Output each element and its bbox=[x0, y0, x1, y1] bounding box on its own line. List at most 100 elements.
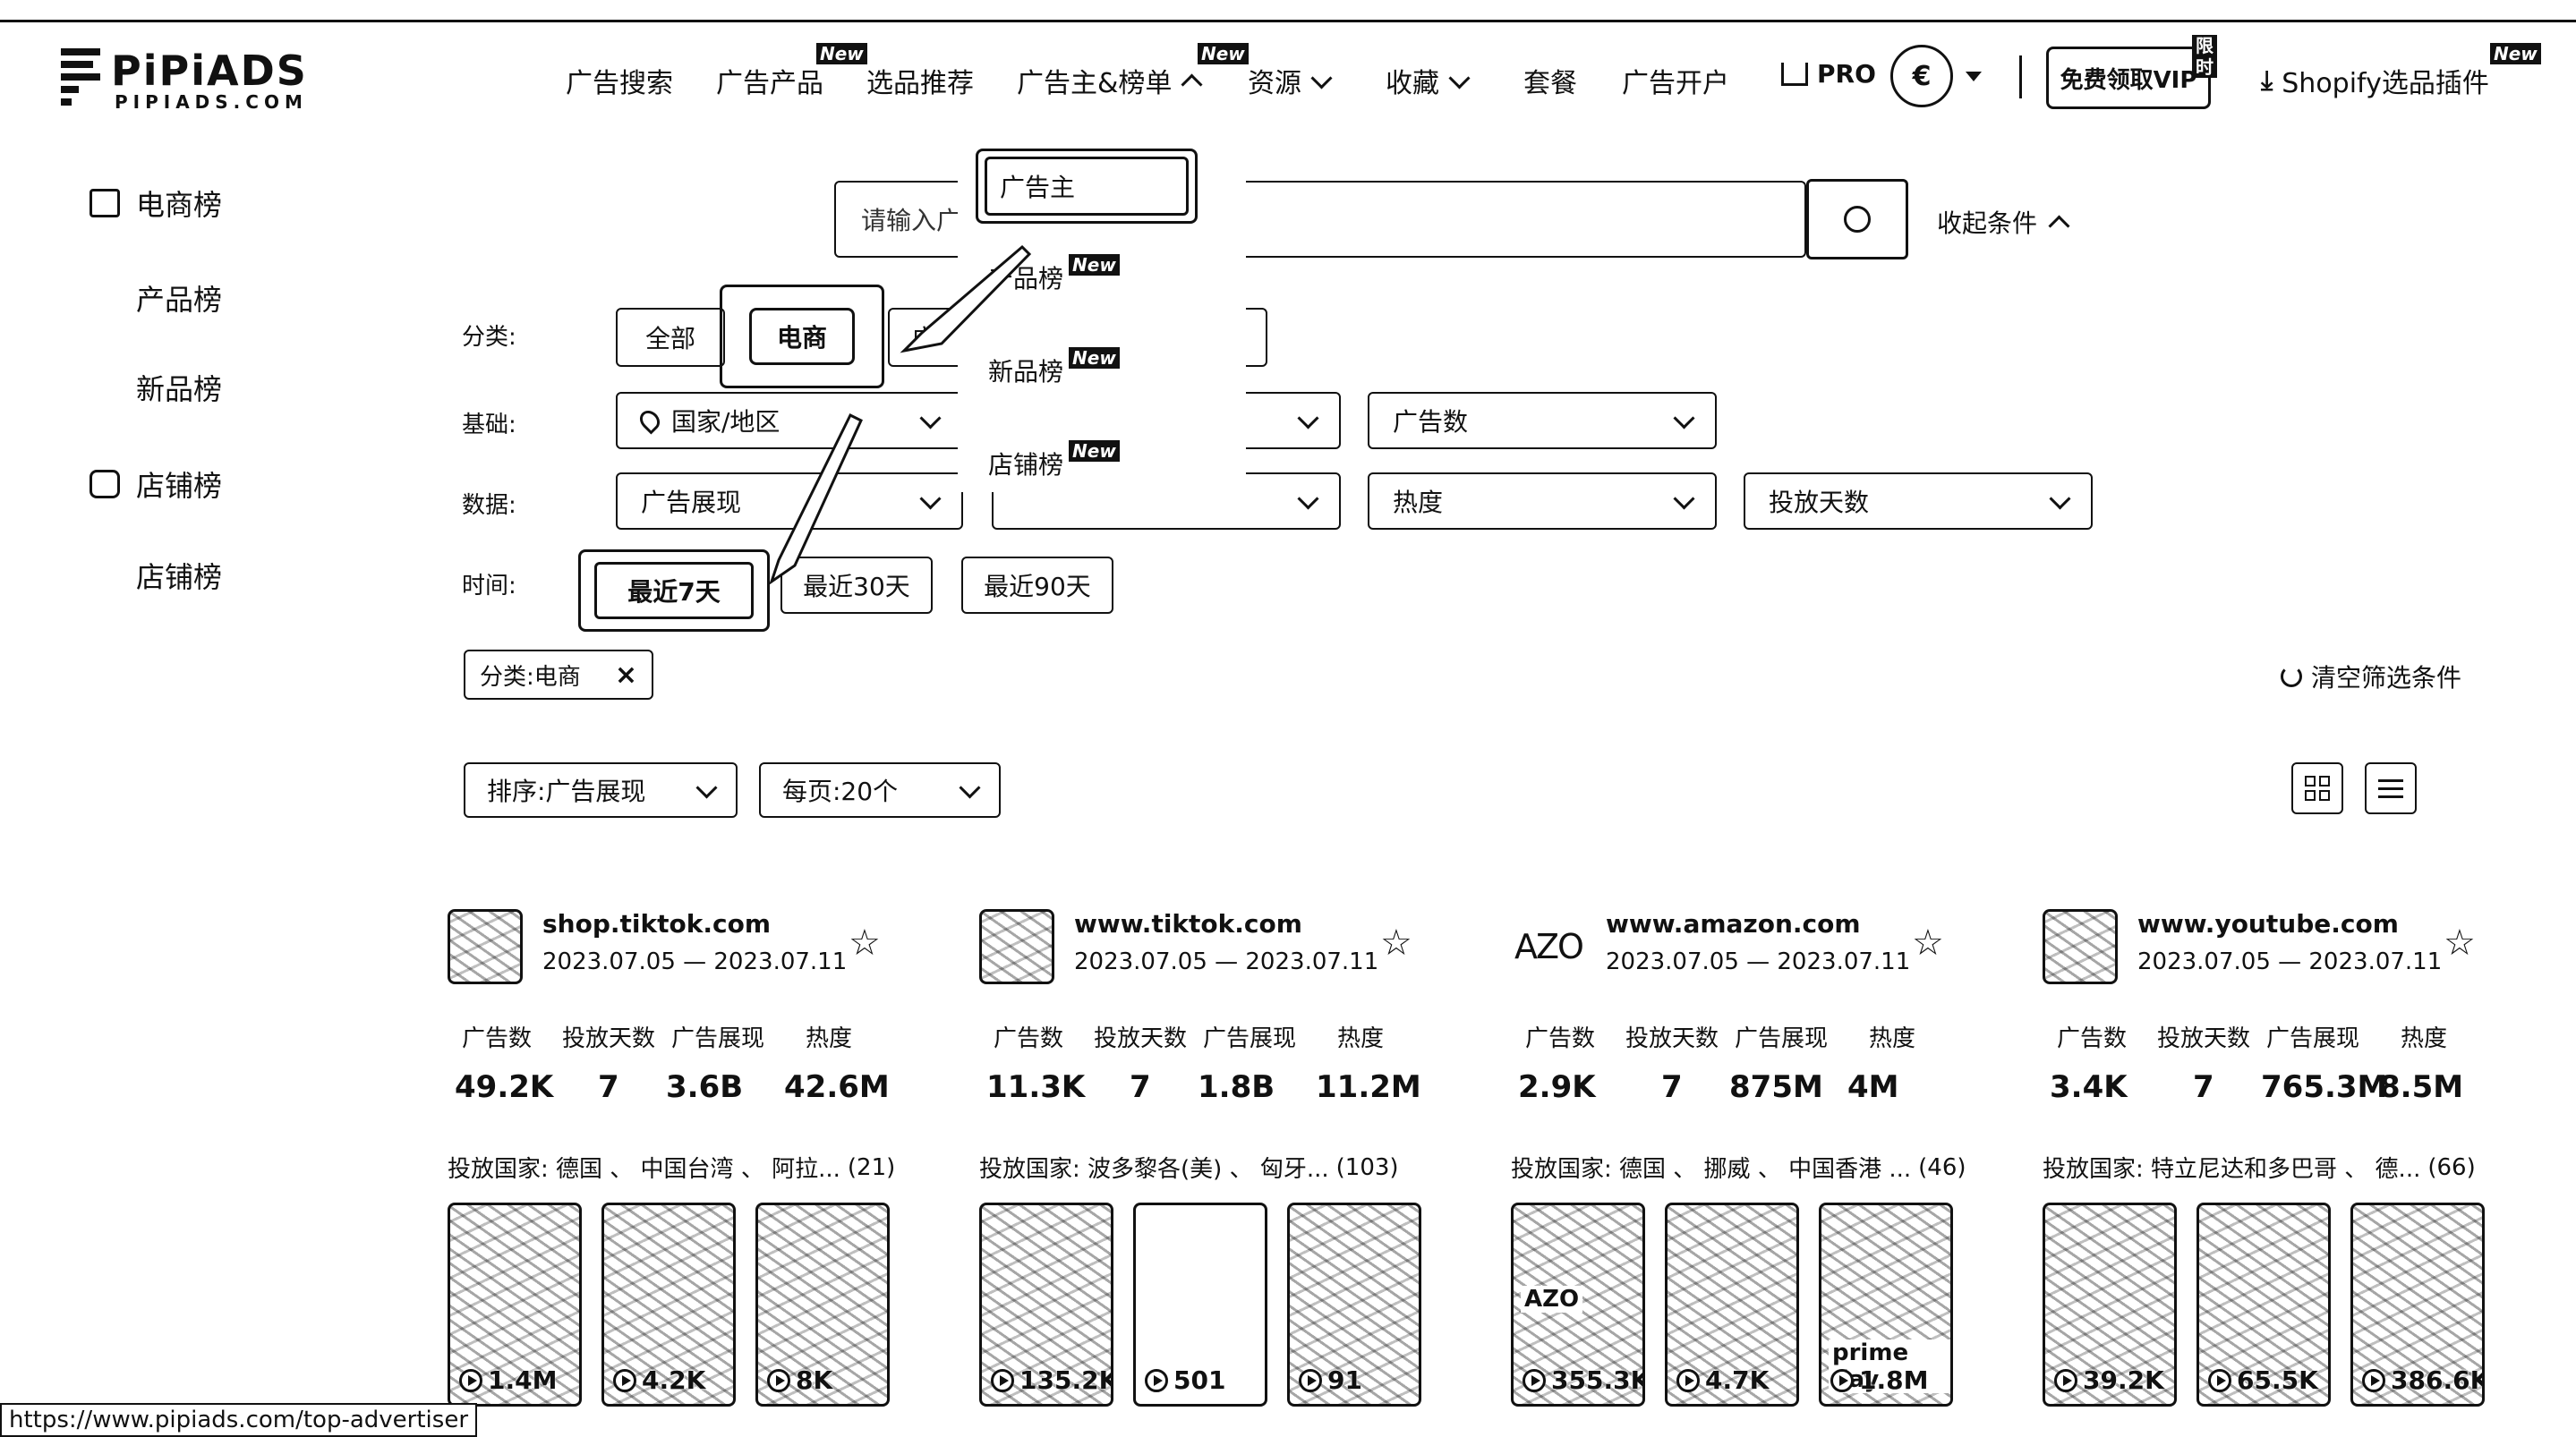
play-count-value: 39.2K bbox=[2083, 1365, 2164, 1395]
arrow-to-7days bbox=[769, 412, 863, 585]
advertiser-logo[interactable]: AZO bbox=[1511, 909, 1586, 984]
advertiser-card[interactable]: www.tiktok.com 2023.07.05 — 2023.07.11 ☆… bbox=[979, 904, 1445, 1414]
advertiser-dates: 2023.07.05 — 2023.07.11 bbox=[1606, 948, 1911, 975]
advertiser-card[interactable]: AZO www.amazon.com 2023.07.05 — 2023.07.… bbox=[1511, 904, 1976, 1414]
play-count: 65.5K bbox=[2208, 1365, 2318, 1395]
stat-block: 广告展现 765.3M bbox=[2261, 1020, 2387, 1105]
ad-video-thumbnail[interactable]: AZO 355.3K bbox=[1511, 1203, 1645, 1407]
stat-label: 热度 bbox=[1337, 1025, 1385, 1052]
advertiser-dates: 2023.07.05 — 2023.07.11 bbox=[1074, 948, 1379, 975]
play-icon bbox=[1523, 1368, 1546, 1392]
stat-block: 广告数 49.2K bbox=[455, 1020, 553, 1105]
play-count: 386.6K bbox=[2362, 1365, 2485, 1395]
countries-line: 投放国家: 波多黎各(美) 、 匈牙... (103) bbox=[979, 1151, 1445, 1184]
play-count: 39.2K bbox=[2054, 1365, 2164, 1395]
stat-value: 7 bbox=[2193, 1069, 2214, 1105]
per-page-value: 每页:20个 bbox=[782, 777, 899, 806]
clear-filters-button[interactable]: 清空筛选条件 bbox=[2281, 659, 2461, 694]
play-count-value: 135.2K bbox=[1019, 1365, 1113, 1395]
status-url: https://www.pipiads.com/top-advertiser bbox=[0, 1403, 478, 1437]
ad-video-thumbnail[interactable]: 1.4M bbox=[448, 1203, 582, 1407]
chevron-down-icon bbox=[959, 776, 981, 799]
advertiser-logo-text: AZO bbox=[1514, 927, 1584, 966]
stat-value: 3.6B bbox=[666, 1069, 744, 1105]
stat-block: 投放天数 7 bbox=[2157, 1020, 2250, 1105]
advertiser-dates: 2023.07.05 — 2023.07.11 bbox=[2137, 948, 2443, 975]
play-icon bbox=[459, 1368, 482, 1392]
ad-video-thumbnail[interactable]: 386.6K bbox=[2350, 1203, 2485, 1407]
play-icon bbox=[2362, 1368, 2385, 1392]
ad-video-thumbnail[interactable]: 39.2K bbox=[2043, 1203, 2177, 1407]
play-count: 91 bbox=[1299, 1365, 1362, 1395]
advertiser-domain[interactable]: www.amazon.com bbox=[1606, 909, 1861, 939]
ad-video-thumbnail[interactable]: 501 bbox=[1133, 1203, 1267, 1407]
play-count-value: 386.6K bbox=[2391, 1365, 2485, 1395]
play-icon bbox=[1676, 1368, 1700, 1392]
ad-video-thumbnail[interactable]: 135.2K bbox=[979, 1203, 1113, 1407]
sort-value: 排序:广告展现 bbox=[487, 777, 646, 806]
stat-label: 广告数 bbox=[1525, 1025, 1596, 1052]
advertiser-card[interactable]: www.youtube.com 2023.07.05 — 2023.07.11 … bbox=[2043, 904, 2508, 1414]
play-count-value: 1.4M bbox=[488, 1365, 558, 1395]
play-icon bbox=[1299, 1368, 1322, 1392]
stat-block: 投放天数 7 bbox=[1094, 1020, 1187, 1105]
play-count: 4.7K bbox=[1676, 1365, 1769, 1395]
advertiser-logo[interactable] bbox=[979, 909, 1054, 984]
ad-video-thumbnail[interactable]: prime day 1.8M bbox=[1819, 1203, 1953, 1407]
stat-value: 49.2K bbox=[455, 1069, 554, 1105]
stat-value: 765.3M bbox=[2261, 1069, 2388, 1105]
chevron-down-icon bbox=[695, 776, 718, 799]
stat-block: 投放天数 7 bbox=[1625, 1020, 1719, 1105]
active-filter-label: 分类:电商 bbox=[480, 663, 581, 691]
countries-line: 投放国家: 德国 、 中国台湾 、 阿拉... (21) bbox=[448, 1151, 913, 1184]
stat-label: 广告展现 bbox=[1735, 1025, 1829, 1052]
play-count: 501 bbox=[1145, 1365, 1225, 1395]
advertiser-domain[interactable]: www.youtube.com bbox=[2137, 909, 2399, 939]
ad-video-thumbnail[interactable]: 65.5K bbox=[2196, 1203, 2331, 1407]
stat-label: 广告展现 bbox=[671, 1025, 765, 1052]
stat-block: 热度 42.6M bbox=[784, 1020, 890, 1105]
stat-block: 热度 11.2M bbox=[1316, 1020, 1421, 1105]
countries-line: 投放国家: 特立尼达和多巴哥 、 德... (66) bbox=[2043, 1151, 2508, 1184]
per-page-select[interactable]: 每页:20个 bbox=[759, 762, 1001, 818]
close-icon[interactable]: × bbox=[615, 659, 637, 691]
grid-view-button[interactable] bbox=[2291, 762, 2343, 814]
stat-label: 热度 bbox=[1869, 1025, 1916, 1052]
star-icon[interactable]: ☆ bbox=[1380, 925, 1412, 961]
countries-text: 投放国家: 德国 、 挪威 、 中国香港 ... bbox=[1511, 1156, 1912, 1183]
stat-value: 11.3K bbox=[986, 1069, 1086, 1105]
ad-video-thumbnail[interactable]: 91 bbox=[1287, 1203, 1421, 1407]
advertiser-logo[interactable] bbox=[448, 909, 523, 984]
play-icon bbox=[2208, 1368, 2231, 1392]
countries-text: 投放国家: 特立尼达和多巴哥 、 德... bbox=[2043, 1156, 2421, 1183]
advertiser-domain[interactable]: www.tiktok.com bbox=[1074, 909, 1302, 939]
star-icon[interactable]: ☆ bbox=[2444, 925, 2476, 961]
stat-value: 1.8B bbox=[1198, 1069, 1275, 1105]
advertiser-logo[interactable] bbox=[2043, 909, 2118, 984]
ad-video-thumbnail[interactable]: 8K bbox=[755, 1203, 890, 1407]
stat-block: 广告数 2.9K bbox=[1518, 1020, 1596, 1105]
list-view-button[interactable] bbox=[2365, 762, 2417, 814]
stat-value: 8.5M bbox=[2379, 1069, 2464, 1105]
stat-label: 投放天数 bbox=[1094, 1025, 1188, 1052]
play-count-value: 65.5K bbox=[2237, 1365, 2318, 1395]
advertiser-domain[interactable]: shop.tiktok.com bbox=[542, 909, 771, 939]
countries-count: (66) bbox=[2427, 1153, 2476, 1181]
stat-label: 广告数 bbox=[462, 1025, 533, 1052]
play-count-value: 8K bbox=[796, 1365, 833, 1395]
advertiser-card[interactable]: shop.tiktok.com 2023.07.05 — 2023.07.11 … bbox=[448, 904, 913, 1414]
active-filter-chip[interactable]: 分类:电商 × bbox=[464, 650, 653, 700]
ad-video-thumbnail[interactable]: 4.7K bbox=[1665, 1203, 1799, 1407]
play-icon bbox=[613, 1368, 636, 1392]
ad-video-thumbnail[interactable]: 4.2K bbox=[601, 1203, 736, 1407]
play-icon bbox=[2054, 1368, 2077, 1392]
stat-block: 广告展现 875M bbox=[1729, 1020, 1829, 1105]
star-icon[interactable]: ☆ bbox=[1912, 925, 1944, 961]
stat-value: 11.2M bbox=[1316, 1069, 1421, 1105]
stat-label: 广告展现 bbox=[1203, 1025, 1297, 1052]
play-count: 8K bbox=[767, 1365, 832, 1395]
stat-value: 7 bbox=[1130, 1069, 1151, 1105]
stat-value: 7 bbox=[598, 1069, 619, 1105]
sort-select[interactable]: 排序:广告展现 bbox=[464, 762, 738, 818]
star-icon[interactable]: ☆ bbox=[849, 925, 881, 961]
